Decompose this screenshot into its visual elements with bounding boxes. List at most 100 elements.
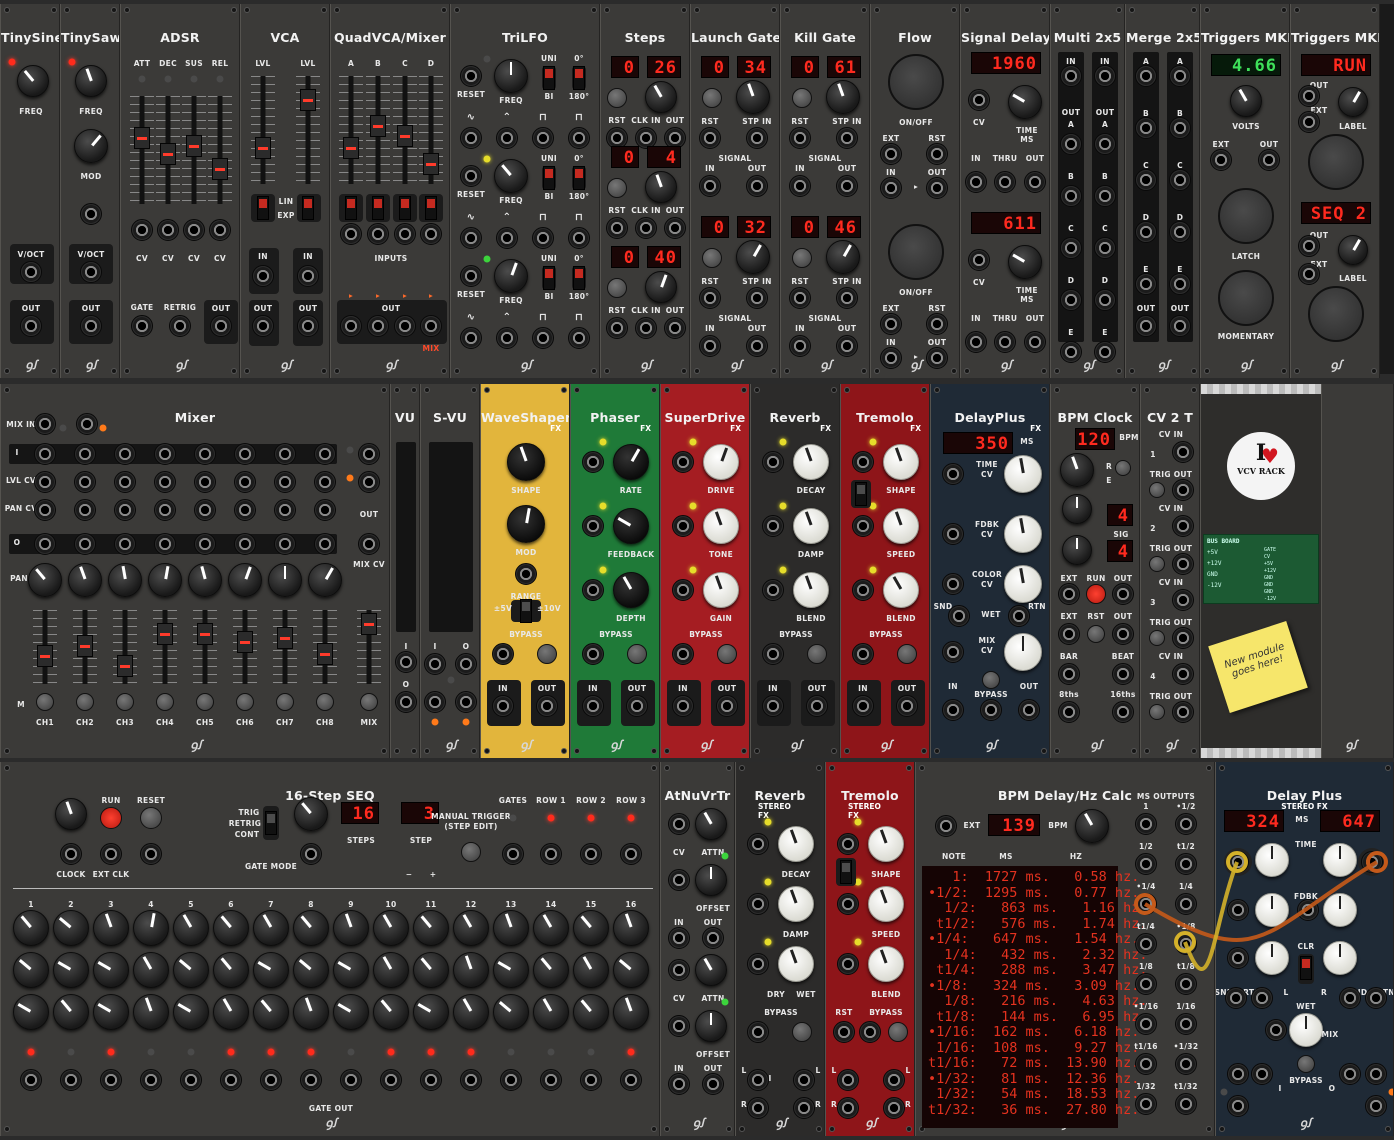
flow-out[interactable] bbox=[926, 347, 948, 369]
step-knob[interactable] bbox=[533, 910, 569, 946]
out-port[interactable] bbox=[1298, 235, 1320, 257]
fx-knob[interactable] bbox=[793, 572, 829, 608]
fx-knob[interactable] bbox=[883, 572, 919, 608]
phase-switch[interactable] bbox=[573, 166, 585, 190]
mute-button[interactable] bbox=[360, 693, 378, 711]
mute-button[interactable] bbox=[116, 693, 134, 711]
8ths-out[interactable] bbox=[1058, 701, 1080, 723]
shape-switch[interactable] bbox=[840, 860, 852, 884]
bpm-knob[interactable] bbox=[1075, 809, 1109, 843]
bypass-button[interactable] bbox=[627, 644, 647, 664]
steps-knob[interactable] bbox=[645, 271, 677, 303]
gate-output[interactable] bbox=[540, 1069, 562, 1091]
level-cv-input[interactable] bbox=[114, 471, 136, 493]
gate-output[interactable] bbox=[380, 1069, 402, 1091]
level-cv-input[interactable] bbox=[194, 471, 216, 493]
gate-output[interactable] bbox=[460, 1069, 482, 1091]
delay-knob[interactable] bbox=[1004, 565, 1042, 603]
bypass-input[interactable] bbox=[672, 643, 694, 665]
cv-input[interactable] bbox=[852, 579, 874, 601]
trig-output[interactable] bbox=[1172, 479, 1194, 501]
row1-output[interactable] bbox=[540, 843, 562, 865]
clr-switch[interactable] bbox=[1300, 956, 1312, 980]
steps-input[interactable] bbox=[300, 843, 322, 865]
l-in[interactable] bbox=[747, 1069, 769, 1091]
flow-in[interactable] bbox=[880, 177, 902, 199]
multi-output[interactable] bbox=[1094, 341, 1116, 363]
stp-input[interactable] bbox=[836, 127, 858, 149]
ms-output[interactable] bbox=[1175, 1053, 1197, 1075]
step-knob[interactable] bbox=[333, 994, 369, 1030]
out-port[interactable] bbox=[664, 317, 686, 339]
step-knob[interactable] bbox=[333, 952, 369, 988]
ms-output[interactable] bbox=[1175, 1013, 1197, 1035]
ms-output[interactable] bbox=[1135, 853, 1157, 875]
signal-out[interactable] bbox=[836, 175, 858, 197]
send-output[interactable] bbox=[948, 605, 970, 627]
cv-input[interactable] bbox=[668, 1015, 690, 1037]
rst-input[interactable] bbox=[606, 317, 628, 339]
r-out[interactable] bbox=[883, 1097, 905, 1119]
wave-output[interactable] bbox=[460, 227, 482, 249]
trigger-button[interactable] bbox=[1308, 134, 1364, 190]
signal-in[interactable] bbox=[965, 331, 987, 353]
gate-output[interactable] bbox=[220, 1069, 242, 1091]
ms-output[interactable] bbox=[1135, 933, 1157, 955]
voct-input[interactable] bbox=[80, 261, 102, 283]
pan-cv-input[interactable] bbox=[114, 499, 136, 521]
step-knob[interactable] bbox=[293, 994, 329, 1030]
fx-knob[interactable] bbox=[613, 508, 649, 544]
bar-out[interactable] bbox=[1058, 663, 1080, 685]
channel-fader[interactable] bbox=[277, 627, 293, 649]
r-out[interactable] bbox=[1365, 1063, 1387, 1085]
vu-input[interactable] bbox=[395, 651, 417, 673]
cv-input[interactable] bbox=[672, 515, 694, 537]
l-time-cv[interactable] bbox=[1227, 851, 1249, 873]
step-button[interactable] bbox=[607, 178, 627, 198]
step-knob[interactable] bbox=[93, 952, 129, 988]
reset-input[interactable] bbox=[460, 265, 482, 287]
on-off-button[interactable] bbox=[888, 224, 944, 280]
mix-cv-input[interactable] bbox=[1265, 1019, 1287, 1041]
multi-output[interactable] bbox=[1094, 237, 1116, 259]
wave-output[interactable] bbox=[460, 127, 482, 149]
fx-knob[interactable] bbox=[793, 444, 829, 480]
gate-output[interactable] bbox=[300, 1069, 322, 1091]
merge-output[interactable] bbox=[1135, 315, 1157, 337]
fdbk-l-knob[interactable] bbox=[1255, 893, 1289, 927]
trig-button[interactable] bbox=[1149, 556, 1165, 572]
signal-out[interactable] bbox=[746, 175, 768, 197]
cv-input[interactable] bbox=[852, 515, 874, 537]
channel-output[interactable] bbox=[194, 533, 216, 555]
channel-fader[interactable] bbox=[157, 623, 173, 645]
ms-output[interactable] bbox=[1135, 893, 1157, 915]
step-knob[interactable] bbox=[13, 910, 49, 946]
gate-button[interactable] bbox=[702, 88, 722, 108]
step-knob[interactable] bbox=[453, 910, 489, 946]
wave-output[interactable] bbox=[532, 327, 554, 349]
gate-knob[interactable] bbox=[826, 80, 860, 114]
bypass-input[interactable] bbox=[492, 643, 514, 665]
l-in[interactable] bbox=[837, 1069, 859, 1091]
response-switch[interactable] bbox=[372, 196, 384, 220]
gate-button[interactable] bbox=[792, 88, 812, 108]
mute-button[interactable] bbox=[276, 693, 294, 711]
cv-input[interactable] bbox=[942, 463, 964, 485]
signal-out[interactable] bbox=[1024, 331, 1046, 353]
bypass-button[interactable] bbox=[982, 671, 1000, 689]
gate-output[interactable] bbox=[620, 1069, 642, 1091]
cv-input[interactable] bbox=[942, 523, 964, 545]
time-l-knob[interactable] bbox=[1255, 843, 1289, 877]
channel-output[interactable] bbox=[234, 533, 256, 555]
mod-input[interactable] bbox=[515, 563, 537, 585]
on-off-button[interactable] bbox=[888, 54, 944, 110]
signal-out[interactable] bbox=[702, 927, 724, 949]
rst-input[interactable] bbox=[606, 217, 628, 239]
gate-output[interactable] bbox=[340, 1069, 362, 1091]
level-cv-input[interactable] bbox=[154, 471, 176, 493]
freq-knob[interactable] bbox=[75, 65, 107, 97]
multi-output[interactable] bbox=[1060, 341, 1082, 363]
signal-in[interactable] bbox=[699, 335, 721, 357]
shape-switch[interactable] bbox=[855, 482, 867, 506]
thru-port[interactable] bbox=[994, 331, 1016, 353]
